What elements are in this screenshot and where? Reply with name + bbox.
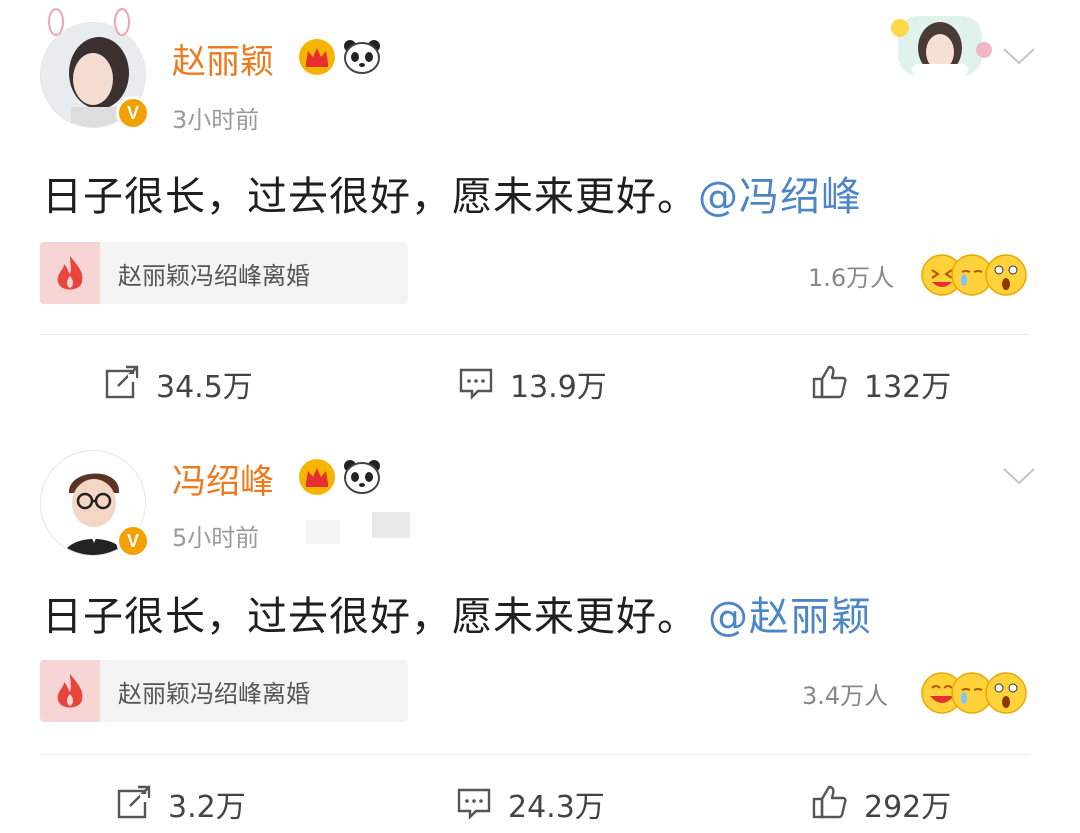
repost-count: 3.2万 <box>168 790 246 825</box>
mention-link[interactable]: @冯绍峰 <box>698 174 862 220</box>
divider <box>40 334 1030 335</box>
username[interactable]: 赵丽颖 <box>172 34 274 83</box>
crown-icon <box>299 459 335 495</box>
panda-icon <box>344 40 380 74</box>
chevron-down-icon[interactable] <box>1002 466 1036 486</box>
like-icon <box>812 365 847 399</box>
repost-button[interactable]: 3.2万 <box>116 780 316 825</box>
repost-icon <box>117 785 151 819</box>
topic-icon-box <box>40 660 100 722</box>
hot-topic-card[interactable]: 赵丽颖冯绍峰离婚 <box>40 660 408 722</box>
comment-count: 13.9万 <box>510 370 607 405</box>
emoji-reaction-icons[interactable] <box>920 252 1030 298</box>
post-content: 日子很长，过去很好，愿未来更好。@冯绍峰 <box>42 164 862 222</box>
verified-badge: V <box>116 524 150 558</box>
post-content: 日子很长，过去很好，愿未来更好。 @赵丽颖 <box>42 584 872 642</box>
comment-icon <box>459 368 493 400</box>
comment-icon <box>457 788 491 820</box>
like-button[interactable]: 292万 <box>812 780 1012 825</box>
repost-icon <box>105 365 139 399</box>
like-count: 292万 <box>864 790 952 825</box>
panda-icon <box>344 460 380 494</box>
reaction-count: 3.4万人 <box>802 682 889 710</box>
chevron-down-icon[interactable] <box>1002 46 1036 66</box>
like-button[interactable]: 132万 <box>812 360 1012 405</box>
post-text: 日子很长，过去很好，愿未来更好。 <box>42 594 698 640</box>
weibo-post-1: V 赵丽颖 3小时前 日子很长，过去很好，愿未来更好。@冯绍峰 赵丽颖冯绍峰离婚… <box>0 0 1080 420</box>
post-time: 5小时前 <box>172 524 260 552</box>
bunny-ears-icon <box>48 8 130 36</box>
avatar[interactable]: V <box>40 8 150 130</box>
repost-button[interactable]: 34.5万 <box>104 360 304 405</box>
verified-badge: V <box>116 96 150 130</box>
profile-decoration-card-icon[interactable] <box>888 10 994 80</box>
username[interactable]: 冯绍峰 <box>172 454 274 503</box>
comment-count: 24.3万 <box>508 790 605 825</box>
reaction-count: 1.6万人 <box>808 264 895 292</box>
post-time: 3小时前 <box>172 106 260 134</box>
emoji-reaction-icons[interactable] <box>920 670 1030 716</box>
repost-count: 34.5万 <box>156 370 253 405</box>
blurred-region <box>306 520 340 544</box>
avatar[interactable]: V <box>40 450 150 558</box>
divider <box>40 754 1030 755</box>
like-icon <box>812 785 847 819</box>
like-count: 132万 <box>864 370 952 405</box>
mention-link[interactable]: @赵丽颖 <box>708 594 872 640</box>
topic-icon-box <box>40 242 100 304</box>
topic-title: 赵丽颖冯绍峰离婚 <box>118 262 310 290</box>
post-text: 日子很长，过去很好，愿未来更好。 <box>42 174 698 220</box>
fire-icon <box>57 256 83 290</box>
weibo-post-2: V 冯绍峰 5小时前 日子很长，过去很好，愿未来更好。 @赵丽颖 赵丽颖冯绍峰离婚… <box>0 420 1080 833</box>
comment-button[interactable]: 24.3万 <box>456 780 656 825</box>
crown-icon <box>299 39 335 75</box>
hot-topic-card[interactable]: 赵丽颖冯绍峰离婚 <box>40 242 408 304</box>
topic-title: 赵丽颖冯绍峰离婚 <box>118 680 310 708</box>
blurred-region <box>372 512 410 538</box>
fire-icon <box>57 674 83 708</box>
comment-button[interactable]: 13.9万 <box>458 360 658 405</box>
